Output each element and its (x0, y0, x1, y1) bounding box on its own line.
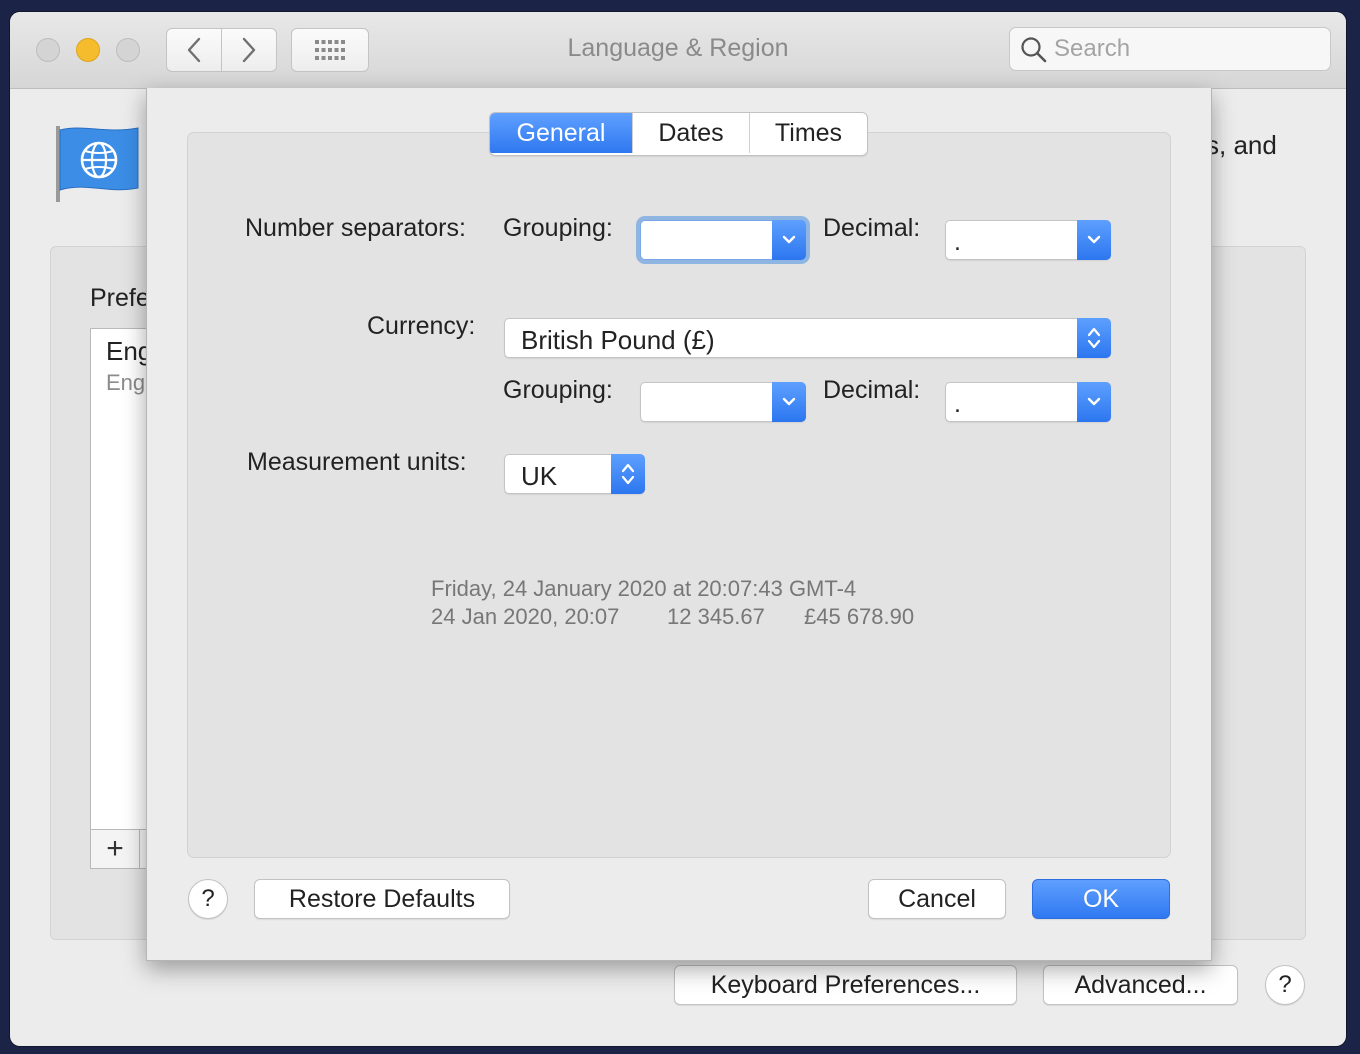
advanced-button[interactable]: Advanced... (1043, 965, 1238, 1005)
dropdown-arrow[interactable] (1077, 382, 1111, 422)
currency-label: Currency: (367, 312, 476, 340)
tab-times[interactable]: Times (749, 113, 867, 153)
sample-number: 12 345.67 (667, 604, 765, 629)
currency-popup[interactable]: British Pound (£) (504, 318, 1111, 358)
dropdown-arrow[interactable] (1077, 220, 1111, 260)
currency-grouping-label: Grouping: (503, 376, 613, 404)
number-decimal-label: Decimal: (823, 214, 921, 242)
measurement-units-label: Measurement units: (247, 448, 467, 476)
language-region-flag-icon (56, 126, 139, 202)
number-decimal-combobox[interactable]: . (945, 220, 1111, 260)
advanced-sheet: General Dates Times Number separators: G… (146, 88, 1212, 961)
title-bar: Language & Region (10, 12, 1346, 89)
ok-button[interactable]: OK (1032, 879, 1170, 919)
number-grouping-combobox[interactable] (640, 220, 806, 260)
currency-grouping-combobox[interactable] (640, 382, 806, 422)
search-input[interactable] (1054, 34, 1314, 64)
chevron-down-icon (1087, 235, 1101, 244)
language-item-native-name: Eng (106, 370, 146, 395)
dropdown-arrow[interactable] (772, 382, 806, 422)
sample-full-date: Friday, 24 January 2020 at 20:07:43 GMT-… (431, 576, 857, 601)
system-preferences-window: Language & Region s, and Prefe Eng Eng +… (10, 12, 1346, 1046)
tab-dates[interactable]: Dates (632, 113, 749, 153)
dropdown-arrow[interactable] (772, 220, 806, 260)
description-text: s, and (1206, 130, 1277, 160)
chevron-down-icon (782, 235, 796, 244)
add-language-button[interactable]: + (91, 830, 140, 868)
currency-decimal-combobox[interactable]: . (945, 382, 1111, 422)
sample-short-date: 24 Jan 2020, 20:07 (431, 604, 620, 629)
measurement-units-popup[interactable]: UK (504, 454, 645, 494)
sample-currency: £45 678.90 (804, 604, 915, 629)
currency-value: British Pound (£) (521, 325, 715, 355)
measurement-units-value: UK (521, 461, 558, 491)
popup-arrows[interactable] (611, 454, 645, 494)
search-field[interactable] (1009, 27, 1331, 71)
currency-decimal-value: . (954, 390, 961, 418)
sheet-help-button[interactable]: ? (188, 879, 228, 919)
tab-bar: General Dates Times (489, 112, 868, 156)
preferred-languages-label: Prefe (90, 284, 150, 312)
popup-arrows[interactable] (1077, 318, 1111, 358)
currency-decimal-label: Decimal: (823, 376, 921, 404)
number-grouping-label: Grouping: (503, 214, 613, 242)
chevron-down-icon (1087, 397, 1101, 406)
search-icon (1021, 37, 1047, 63)
tab-general[interactable]: General (490, 113, 632, 153)
cancel-button[interactable]: Cancel (868, 879, 1006, 919)
number-decimal-value: . (954, 228, 961, 256)
restore-defaults-button[interactable]: Restore Defaults (254, 879, 510, 919)
up-down-chevron-icon (621, 463, 635, 485)
help-button[interactable]: ? (1265, 965, 1305, 1005)
number-separators-label: Number separators: (245, 214, 466, 242)
chevron-down-icon (782, 397, 796, 406)
keyboard-preferences-button[interactable]: Keyboard Preferences... (674, 965, 1017, 1005)
up-down-chevron-icon (1087, 327, 1101, 349)
